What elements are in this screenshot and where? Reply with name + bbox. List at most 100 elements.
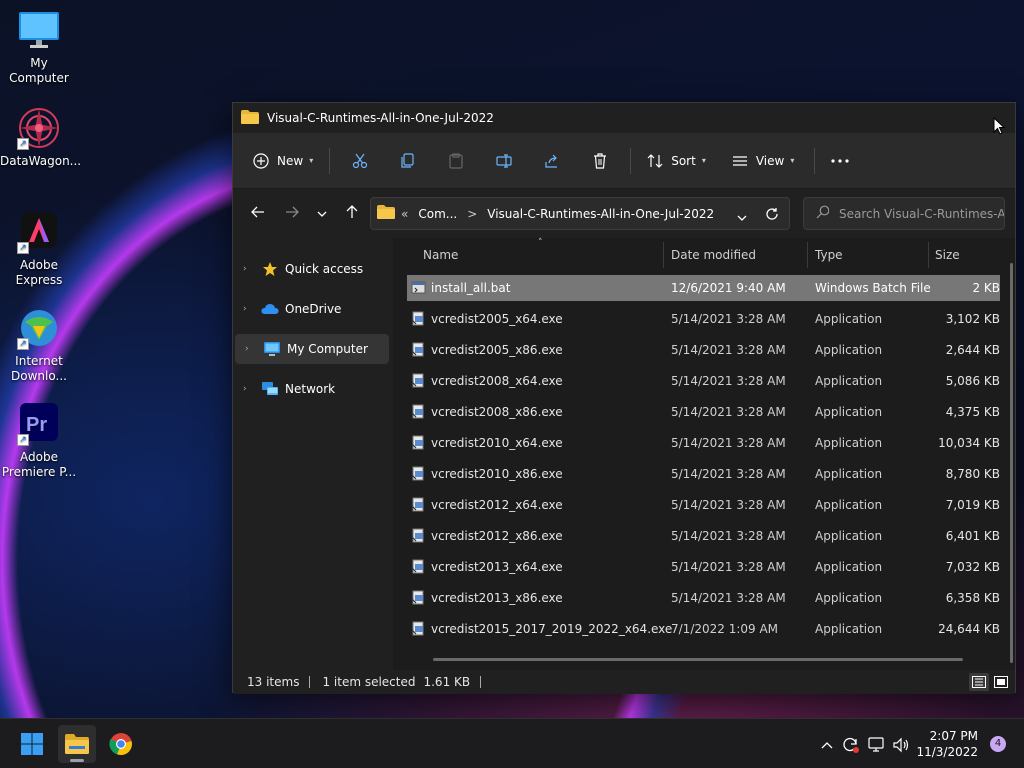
vertical-scrollbar[interactable]	[1010, 263, 1013, 663]
recent-locations-button[interactable]	[307, 198, 337, 228]
start-button[interactable]	[13, 725, 51, 763]
column-divider[interactable]	[928, 242, 929, 268]
address-bar[interactable]: « Com... > Visual-C-Runtimes-All-in-One-…	[370, 197, 790, 230]
breadcrumb-current-folder[interactable]: Visual-C-Runtimes-All-in-One-Jul-2022	[487, 207, 714, 221]
file-row[interactable]: vcredist2008_x64.exe 5/14/2021 3:28 AM App…	[407, 368, 1000, 394]
delete-button[interactable]	[586, 145, 614, 177]
taskbar-file-explorer[interactable]	[58, 725, 96, 763]
desktop-icon-label: Internet Downlo...	[11, 354, 67, 383]
details-view-button[interactable]	[969, 673, 989, 691]
file-row[interactable]: vcredist2012_x64.exe 5/14/2021 3:28 AM App…	[407, 492, 1000, 518]
chevron-right-icon[interactable]: ›	[243, 304, 253, 314]
chevron-down-icon	[317, 206, 327, 220]
chevron-right-icon[interactable]: ›	[243, 384, 253, 394]
sync-status-icon[interactable]	[842, 736, 860, 754]
column-header-name[interactable]: Name	[423, 248, 458, 262]
volume-icon[interactable]	[892, 736, 910, 754]
cut-button[interactable]	[346, 145, 374, 177]
toolbar-divider	[814, 147, 816, 174]
status-divider	[480, 676, 482, 688]
file-name: vcredist2012_x64.exe	[431, 498, 563, 512]
new-label: New	[277, 153, 304, 168]
column-divider[interactable]	[807, 242, 808, 268]
shortcut-arrow-icon: ↗	[17, 434, 29, 446]
refresh-button[interactable]	[765, 207, 779, 224]
desktop-icon-datawagon[interactable]: ↗ DataWagon...	[0, 106, 81, 169]
file-name: vcredist2010_x86.exe	[431, 467, 563, 481]
network-icon	[261, 381, 279, 397]
nav-item-onedrive[interactable]: › OneDrive	[233, 294, 389, 324]
nav-item-label: Network	[285, 382, 336, 396]
horizontal-scrollbar[interactable]	[433, 658, 963, 661]
copy-button[interactable]	[394, 145, 422, 177]
chevron-down-icon: ▾	[701, 156, 706, 165]
paste-button[interactable]	[442, 145, 470, 177]
new-button[interactable]: New ▾	[247, 145, 319, 177]
more-options-button[interactable]	[825, 145, 855, 177]
title-bar[interactable]: Visual-C-Runtimes-All-in-One-Jul-2022	[233, 103, 1015, 133]
desktop-icon-my-computer[interactable]: My Computer	[0, 8, 78, 86]
mandala-icon: ↗	[17, 106, 61, 150]
notification-badge[interactable]: 4	[990, 736, 1006, 752]
navigation-pane: › Quick access › OneDrive › My Computer …	[233, 238, 389, 670]
file-row[interactable]: vcredist2013_x86.exe 5/14/2021 3:28 AM App…	[407, 585, 1000, 611]
address-history-button[interactable]	[737, 210, 747, 224]
nav-item-label: Quick access	[285, 262, 364, 276]
file-row[interactable]: vcredist2005_x86.exe 5/14/2021 3:28 AM App…	[407, 337, 1000, 363]
arrow-right-icon	[285, 206, 299, 221]
file-row[interactable]: install_all.bat 12/6/2021 9:40 AM Windows …	[407, 275, 1000, 301]
share-button[interactable]	[538, 145, 566, 177]
file-row[interactable]: vcredist2005_x64.exe 5/14/2021 3:28 AM App…	[407, 306, 1000, 332]
back-button[interactable]	[243, 198, 273, 228]
file-row[interactable]: vcredist2010_x64.exe 5/14/2021 3:28 AM App…	[407, 430, 1000, 456]
file-name: install_all.bat	[431, 281, 511, 295]
desktop-icon-idm[interactable]: ↗ Internet Downlo...	[0, 306, 78, 384]
desktop-icon-adobe-express[interactable]: ↗ Adobe Express	[0, 210, 78, 288]
breadcrumb-computer[interactable]: Com...	[418, 207, 457, 221]
system-clock[interactable]: 2:07 PM 11/3/2022	[916, 728, 978, 760]
taskbar-chrome[interactable]	[102, 725, 140, 763]
file-date-modified: 5/14/2021 3:28 AM	[671, 529, 786, 543]
column-header-row: ˄ Name Date modified Type Size	[393, 238, 1015, 274]
column-divider[interactable]	[663, 242, 664, 268]
nav-item-quick-access[interactable]: › Quick access	[233, 254, 389, 284]
file-row[interactable]: vcredist2013_x64.exe 5/14/2021 3:28 AM App…	[407, 554, 1000, 580]
file-row[interactable]: vcredist2015_2017_2019_2022_x64.exe 7/1/2…	[407, 616, 1000, 642]
rename-button[interactable]	[490, 145, 518, 177]
status-bar: 13 items 1 item selected 1.61 KB	[233, 670, 1015, 694]
application-icon	[411, 435, 426, 450]
sort-button[interactable]: Sort ▾	[641, 145, 712, 177]
up-button[interactable]	[337, 198, 367, 228]
file-size: 4,375 KB	[945, 405, 1000, 419]
file-row[interactable]: vcredist2012_x86.exe 5/14/2021 3:28 AM App…	[407, 523, 1000, 549]
column-header-size[interactable]: Size	[935, 248, 960, 262]
show-hidden-icons-button[interactable]	[818, 736, 836, 754]
tiles-view-button[interactable]	[991, 673, 1011, 691]
batch-file-icon	[411, 280, 426, 295]
column-header-type[interactable]: Type	[815, 248, 843, 262]
application-icon	[411, 590, 426, 605]
network-status-icon[interactable]	[868, 736, 886, 754]
plus-circle-icon	[253, 152, 269, 169]
file-list-pane: ˄ Name Date modified Type Size install_a…	[393, 238, 1015, 670]
application-icon	[411, 404, 426, 419]
nav-item-my-computer[interactable]: › My Computer	[235, 334, 389, 364]
file-date-modified: 7/1/2022 1:09 AM	[671, 622, 779, 636]
column-header-date[interactable]: Date modified	[671, 248, 756, 262]
search-input[interactable]: Search Visual-C-Runtimes-A...	[803, 197, 1005, 230]
view-button[interactable]: View ▾	[726, 145, 801, 177]
file-type: Application	[815, 374, 883, 388]
file-row[interactable]: vcredist2010_x86.exe 5/14/2021 3:28 AM App…	[407, 461, 1000, 487]
desktop-icon-premiere[interactable]: Pr ↗ Adobe Premiere P...	[0, 402, 78, 480]
file-name: vcredist2015_2017_2019_2022_x64.exe	[431, 622, 673, 636]
chevron-right-icon[interactable]: ›	[243, 264, 253, 274]
file-type: Application	[815, 529, 883, 543]
chevron-right-icon[interactable]: ›	[245, 344, 255, 354]
breadcrumb-overflow[interactable]: «	[401, 207, 408, 221]
forward-button[interactable]	[277, 198, 307, 228]
file-size: 8,780 KB	[945, 467, 1000, 481]
nav-item-network[interactable]: › Network	[233, 374, 389, 404]
file-row[interactable]: vcredist2008_x86.exe 5/14/2021 3:28 AM App…	[407, 399, 1000, 425]
file-type: Application	[815, 343, 883, 357]
trash-icon	[592, 152, 608, 169]
